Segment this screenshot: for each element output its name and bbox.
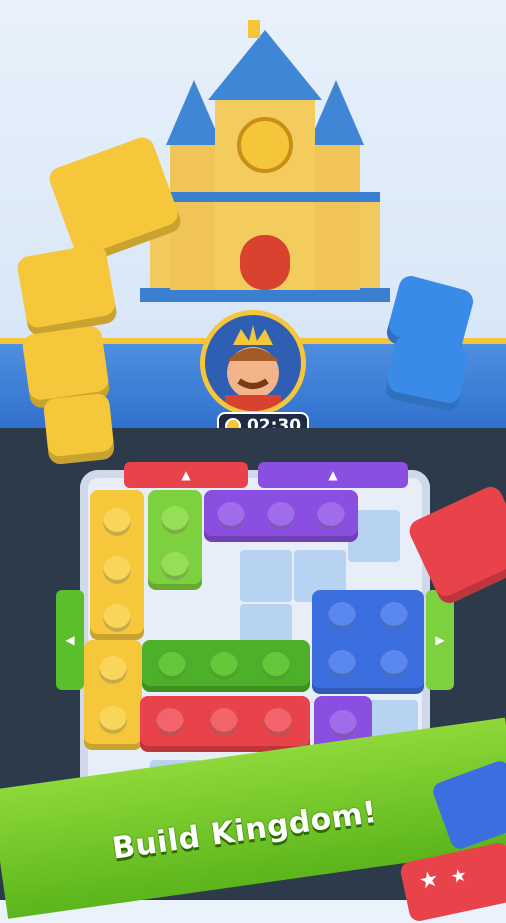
right-arrow-icon: ▶ — [435, 633, 445, 647]
star-icon: ★ — [448, 864, 469, 889]
stud — [380, 650, 408, 678]
stud — [161, 506, 189, 534]
flying-yellow-block — [15, 242, 119, 338]
stud — [158, 652, 186, 680]
up-arrow-icon: ▲ — [181, 468, 191, 482]
king-avatar-icon — [200, 310, 306, 416]
flying-yellow-block — [42, 392, 116, 466]
stud — [210, 708, 238, 736]
board-cell — [240, 550, 292, 602]
stud — [103, 556, 131, 584]
stud — [328, 602, 356, 630]
exit-gate-purple: ▲ — [258, 462, 408, 488]
star-icon: ★ — [416, 866, 442, 895]
stud — [262, 652, 290, 680]
stud — [99, 656, 127, 684]
up-arrow-icon: ▲ — [328, 468, 338, 482]
stud — [103, 508, 131, 536]
stud — [161, 552, 189, 580]
left-arrow-icon: ◀ — [65, 633, 75, 647]
stud — [328, 650, 356, 678]
stud — [267, 502, 295, 530]
stud — [156, 708, 184, 736]
exit-gate-green-left: ◀ — [56, 590, 84, 690]
stud — [99, 706, 127, 734]
stud — [217, 502, 245, 530]
stud — [329, 710, 357, 738]
stud — [103, 604, 131, 632]
stud — [380, 602, 408, 630]
stud — [210, 652, 238, 680]
stud — [264, 708, 292, 736]
exit-gate-green-right: ▶ — [426, 590, 454, 690]
stud — [317, 502, 345, 530]
castle-icon — [140, 20, 390, 302]
exit-gate-red: ▲ — [124, 462, 248, 488]
blue-block-square[interactable] — [312, 590, 424, 694]
